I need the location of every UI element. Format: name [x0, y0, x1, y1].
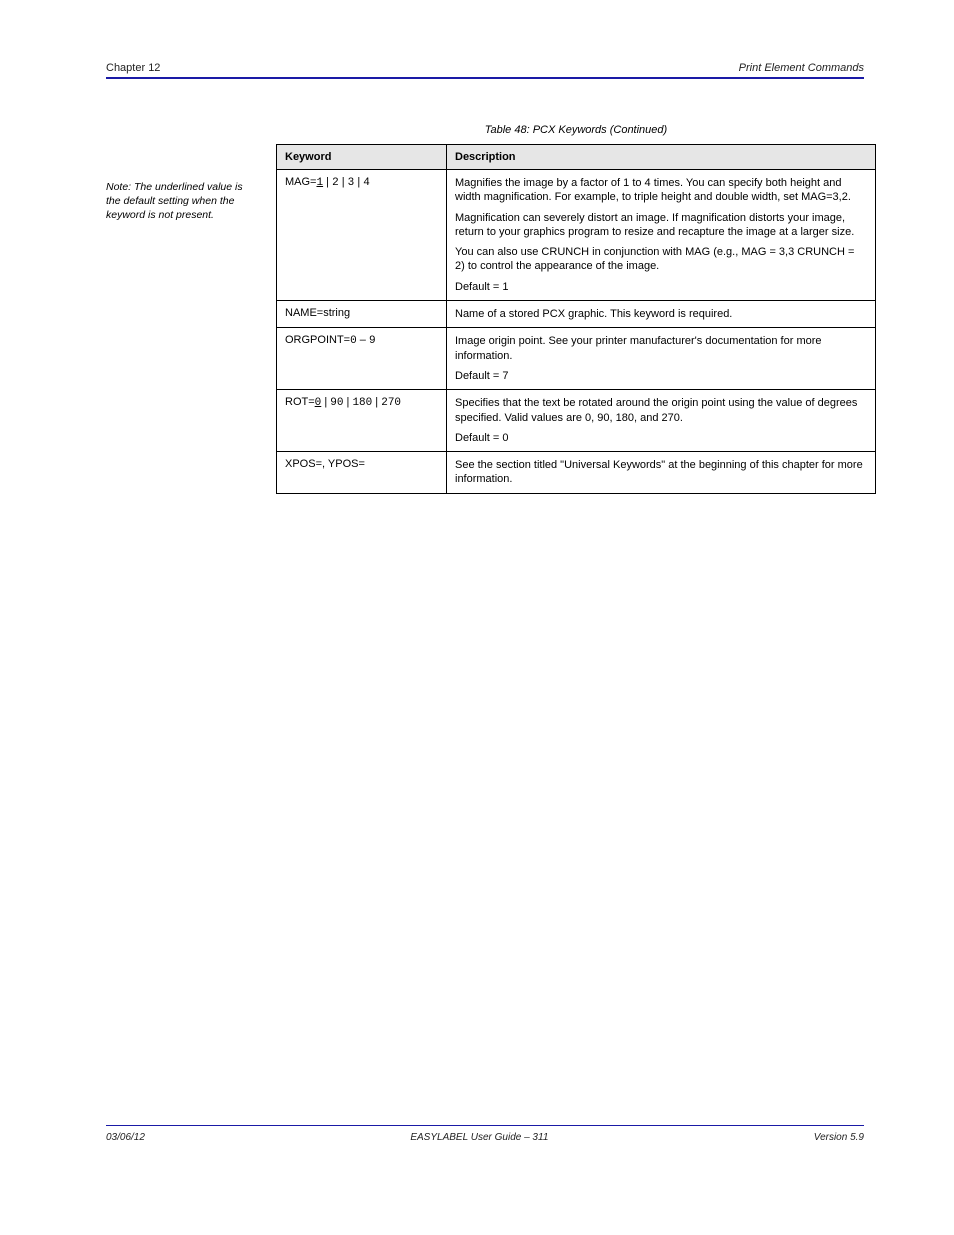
- description-cell: Magnifies the image by a factor of 1 to …: [447, 170, 876, 301]
- footer-center: EASYLABEL User Guide – 311: [410, 1132, 548, 1143]
- footer-date: 03/06/12: [106, 1132, 145, 1143]
- header-section: Print Element Commands: [739, 62, 864, 74]
- table-body: MAG=1 | 2 | 3 | 4 Magnifies the image by …: [277, 170, 876, 494]
- description-paragraph: Magnifies the image by a factor of 1 to …: [455, 176, 867, 205]
- description-paragraph: See the section titled "Universal Keywor…: [455, 458, 867, 487]
- table-header-description: Description: [447, 145, 876, 170]
- table-row: NAME=string Name of a stored PCX graphic.…: [277, 301, 876, 328]
- keyword-cell: MAG=1 | 2 | 3 | 4: [277, 170, 447, 301]
- description-paragraph: Specifies that the text be rotated aroun…: [455, 396, 867, 425]
- table-row: XPOS=, YPOS= See the section titled "Univ…: [277, 452, 876, 494]
- keyword-cell: NAME=string: [277, 301, 447, 328]
- table-row: ROT=0 | 90 | 180 | 270 Specifies that the…: [277, 390, 876, 452]
- footer-version: Version 5.9: [814, 1132, 864, 1143]
- description-paragraph: Default = 0: [455, 431, 867, 445]
- description-cell: See the section titled "Universal Keywor…: [447, 452, 876, 494]
- keywords-table: Keyword Description MAG=1 | 2 | 3 | 4 Mag…: [276, 144, 876, 494]
- description-cell: Name of a stored PCX graphic. This keywo…: [447, 301, 876, 328]
- description-cell: Image origin point. See your printer man…: [447, 328, 876, 390]
- keyword-cell: ROT=0 | 90 | 180 | 270: [277, 390, 447, 452]
- description-paragraph: Image origin point. See your printer man…: [455, 334, 867, 363]
- description-paragraph: You can also use CRUNCH in conjunction w…: [455, 245, 867, 274]
- keyword-cell: ORGPOINT=0 – 9: [277, 328, 447, 390]
- description-paragraph: Name of a stored PCX graphic. This keywo…: [455, 307, 867, 321]
- description-cell: Specifies that the text be rotated aroun…: [447, 390, 876, 452]
- header-rule: [106, 77, 864, 79]
- description-paragraph: Magnification can severely distort an im…: [455, 211, 867, 240]
- table-row: ORGPOINT=0 – 9 Image origin point. See yo…: [277, 328, 876, 390]
- keyword-cell: XPOS=, YPOS=: [277, 452, 447, 494]
- table-header-keyword: Keyword: [277, 145, 447, 170]
- sidebar-note: Note: The underlined value is the defaul…: [106, 180, 251, 223]
- description-paragraph: Default = 1: [455, 280, 867, 294]
- description-paragraph: Default = 7: [455, 369, 867, 383]
- table-row: MAG=1 | 2 | 3 | 4 Magnifies the image by …: [277, 170, 876, 301]
- table-caption: Table 48: PCX Keywords (Continued): [276, 124, 876, 136]
- footer-rule: [106, 1125, 864, 1126]
- header-chapter: Chapter 12: [106, 62, 160, 74]
